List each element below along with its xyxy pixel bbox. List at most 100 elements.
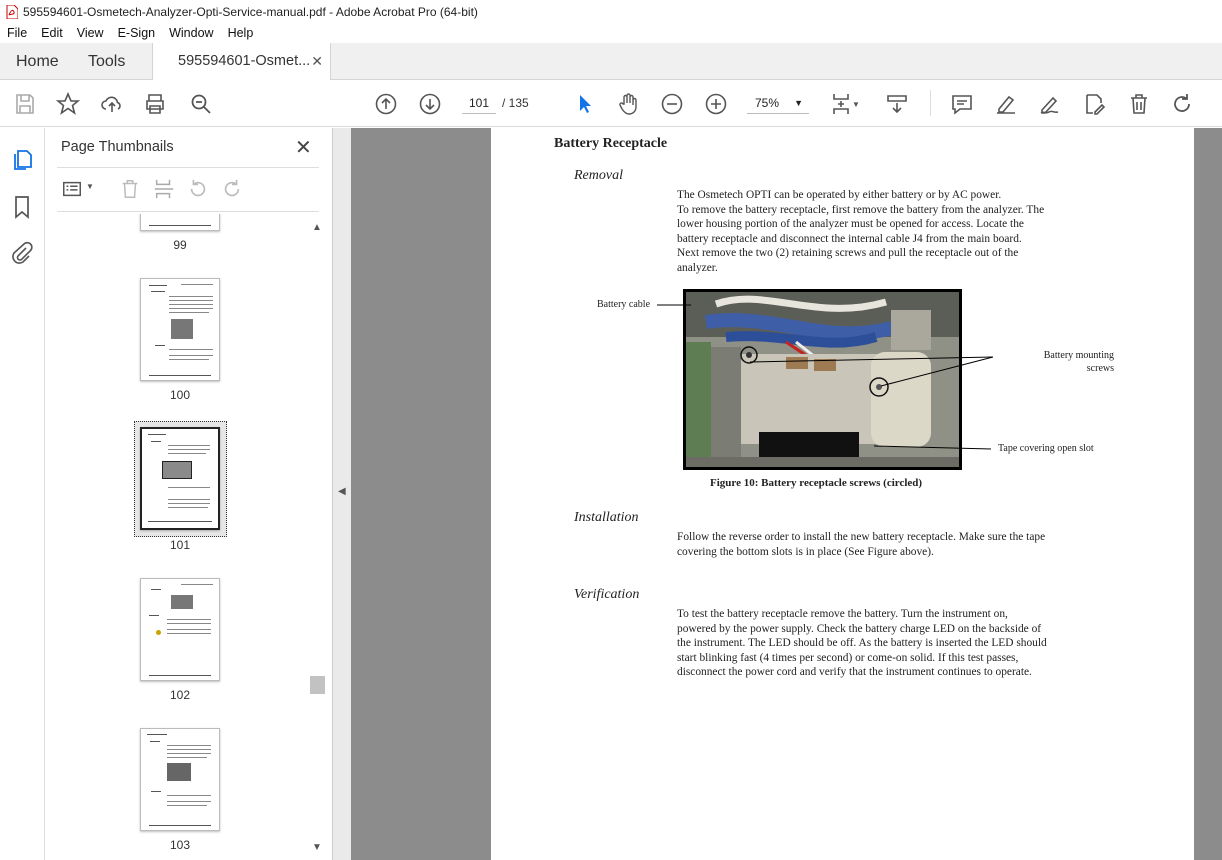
select-tool-button[interactable] [572,91,598,117]
select-cursor-icon [580,95,591,113]
verification-paragraph: To test the battery receptacle remove th… [677,607,1097,680]
page-thumbnails-panel: Page Thumbnails ✕ ▼ 99 100 101 102 103 ▲… [45,128,333,860]
close-tab-icon[interactable]: ✕ [311,43,323,80]
bookmarks-icon[interactable] [10,195,34,219]
sign-button[interactable] [1037,91,1063,117]
tab-document[interactable]: 595594601-Osmet... ✕ [152,43,331,81]
chevron-down-icon[interactable]: ▼ [86,182,94,191]
chevron-left-icon: ◀ [338,486,346,497]
text-line: The Osmetech OPTI can be operated by eit… [677,189,1002,201]
menu-edit[interactable]: Edit [41,26,63,40]
prev-page-icon [375,93,397,115]
menu-window[interactable]: Window [169,26,213,40]
save-icon [16,94,34,114]
zoom-in-icon [705,93,727,115]
scroll-up-icon[interactable]: ▲ [312,222,322,233]
menu-help[interactable]: Help [228,26,254,40]
figure-caption: Figure 10: Battery receptacle screws (ci… [710,477,923,489]
options-menu-icon[interactable] [61,178,83,200]
tab-bar: Home Tools 595594601-Osmet... ✕ [0,43,1222,81]
thumbnail-list: 99 100 101 102 103 [45,214,309,860]
delete-button[interactable] [1126,91,1152,117]
sign-icon [1040,96,1059,114]
edit-icon [1086,94,1106,115]
highlight-button[interactable] [993,91,1019,117]
page-fit-dropdown[interactable]: ▼ [849,91,863,117]
bookmark-star-button[interactable] [55,91,81,117]
find-button[interactable] [188,91,214,117]
prev-page-button[interactable] [373,91,399,117]
extract-page-icon[interactable] [153,178,175,200]
text-line: start blinking fast (4 times per second)… [677,651,1019,664]
zoom-out-icon [661,93,683,115]
print-button[interactable] [142,91,168,117]
menu-esign[interactable]: E-Sign [118,26,156,40]
comment-button[interactable] [949,91,975,117]
callout-battery-cable: Battery cable [597,299,651,310]
bookmark-star-icon [56,92,80,115]
print-icon [146,94,164,114]
text-line: To test the battery receptacle remove th… [677,608,1008,620]
window-title: 595594601-Osmetech-Analyzer-Opti-Service… [23,4,478,19]
delete-icon [1131,94,1147,114]
scroll-mode-button[interactable] [884,91,910,117]
hand-tool-button[interactable] [615,91,641,117]
page-number-input[interactable]: 101 [462,92,496,114]
zoom-out-button[interactable] [659,91,685,117]
divider [57,167,319,168]
zoom-in-button[interactable] [703,91,729,117]
panel-collapse-handle[interactable]: ◀ [333,128,351,860]
callout-battery-screws: Battery mounting screws [1032,349,1114,375]
document-viewer: Battery Receptacle Removal The Osmetech … [351,128,1222,860]
text-line: analyzer. [677,261,718,274]
menu-file[interactable]: File [7,26,27,40]
hand-icon [619,93,637,115]
rotate-icon [1174,94,1190,112]
pdf-page: Battery Receptacle Removal The Osmetech … [491,128,1194,860]
thumbnail-label: 102 [169,688,191,702]
toolbar-divider [930,90,931,116]
thumbnail-page[interactable] [140,728,220,831]
text-line: powered by the power supply. Check the b… [677,622,1042,635]
search-zoom-icon [191,94,211,114]
thumbnail-page[interactable] [140,278,220,381]
thumbnail-page-selected[interactable] [140,427,220,530]
next-page-button[interactable] [417,91,443,117]
thumbnail-page[interactable] [140,214,220,231]
page-gutter [1194,128,1222,860]
rotate-button[interactable] [1169,91,1195,117]
divider [57,211,319,212]
callout-tape: Tape covering open slot [998,443,1094,454]
scroll-down-icon[interactable]: ▼ [312,842,322,853]
text-line: Next remove the two (2) retaining screws… [677,247,1019,260]
pages-panel-icon[interactable] [10,148,34,172]
thumbnail-label: 100 [169,388,191,402]
thumbnail-scrollbar[interactable]: ▲ ▼ [310,214,325,860]
attachments-icon[interactable] [10,241,34,265]
thumbnail-page[interactable] [140,578,220,681]
menu-view[interactable]: View [77,26,104,40]
scrollbar-thumb[interactable] [310,676,325,694]
scroll-mode-icon [887,95,907,114]
navigation-rail [0,128,45,860]
text-line: the instrument. The LED should be off. A… [677,637,1047,650]
zoom-value: 75% [755,96,780,110]
close-panel-icon[interactable]: ✕ [295,135,312,160]
upload-button[interactable] [99,91,125,117]
section-heading: Battery Receptacle [554,136,668,151]
tab-home[interactable]: Home [16,43,59,80]
upload-icon [101,96,121,112]
text-line: covering the bottom slots is in place (S… [677,545,934,558]
rotate-left-icon[interactable] [187,178,209,200]
thumbnail-label: 101 [169,538,191,552]
tab-tools[interactable]: Tools [88,43,125,80]
edit-button[interactable] [1081,91,1107,117]
main-toolbar: 101 / 135 75% ▼ ▼ [0,80,1222,127]
verification-heading: Verification [574,587,640,602]
zoom-select[interactable]: 75% ▼ [747,92,809,114]
delete-page-icon[interactable] [119,178,141,200]
rotate-right-icon[interactable] [221,178,243,200]
save-button[interactable] [12,91,38,117]
thumbnail-label: 103 [169,838,191,852]
highlight-icon [997,95,1015,114]
